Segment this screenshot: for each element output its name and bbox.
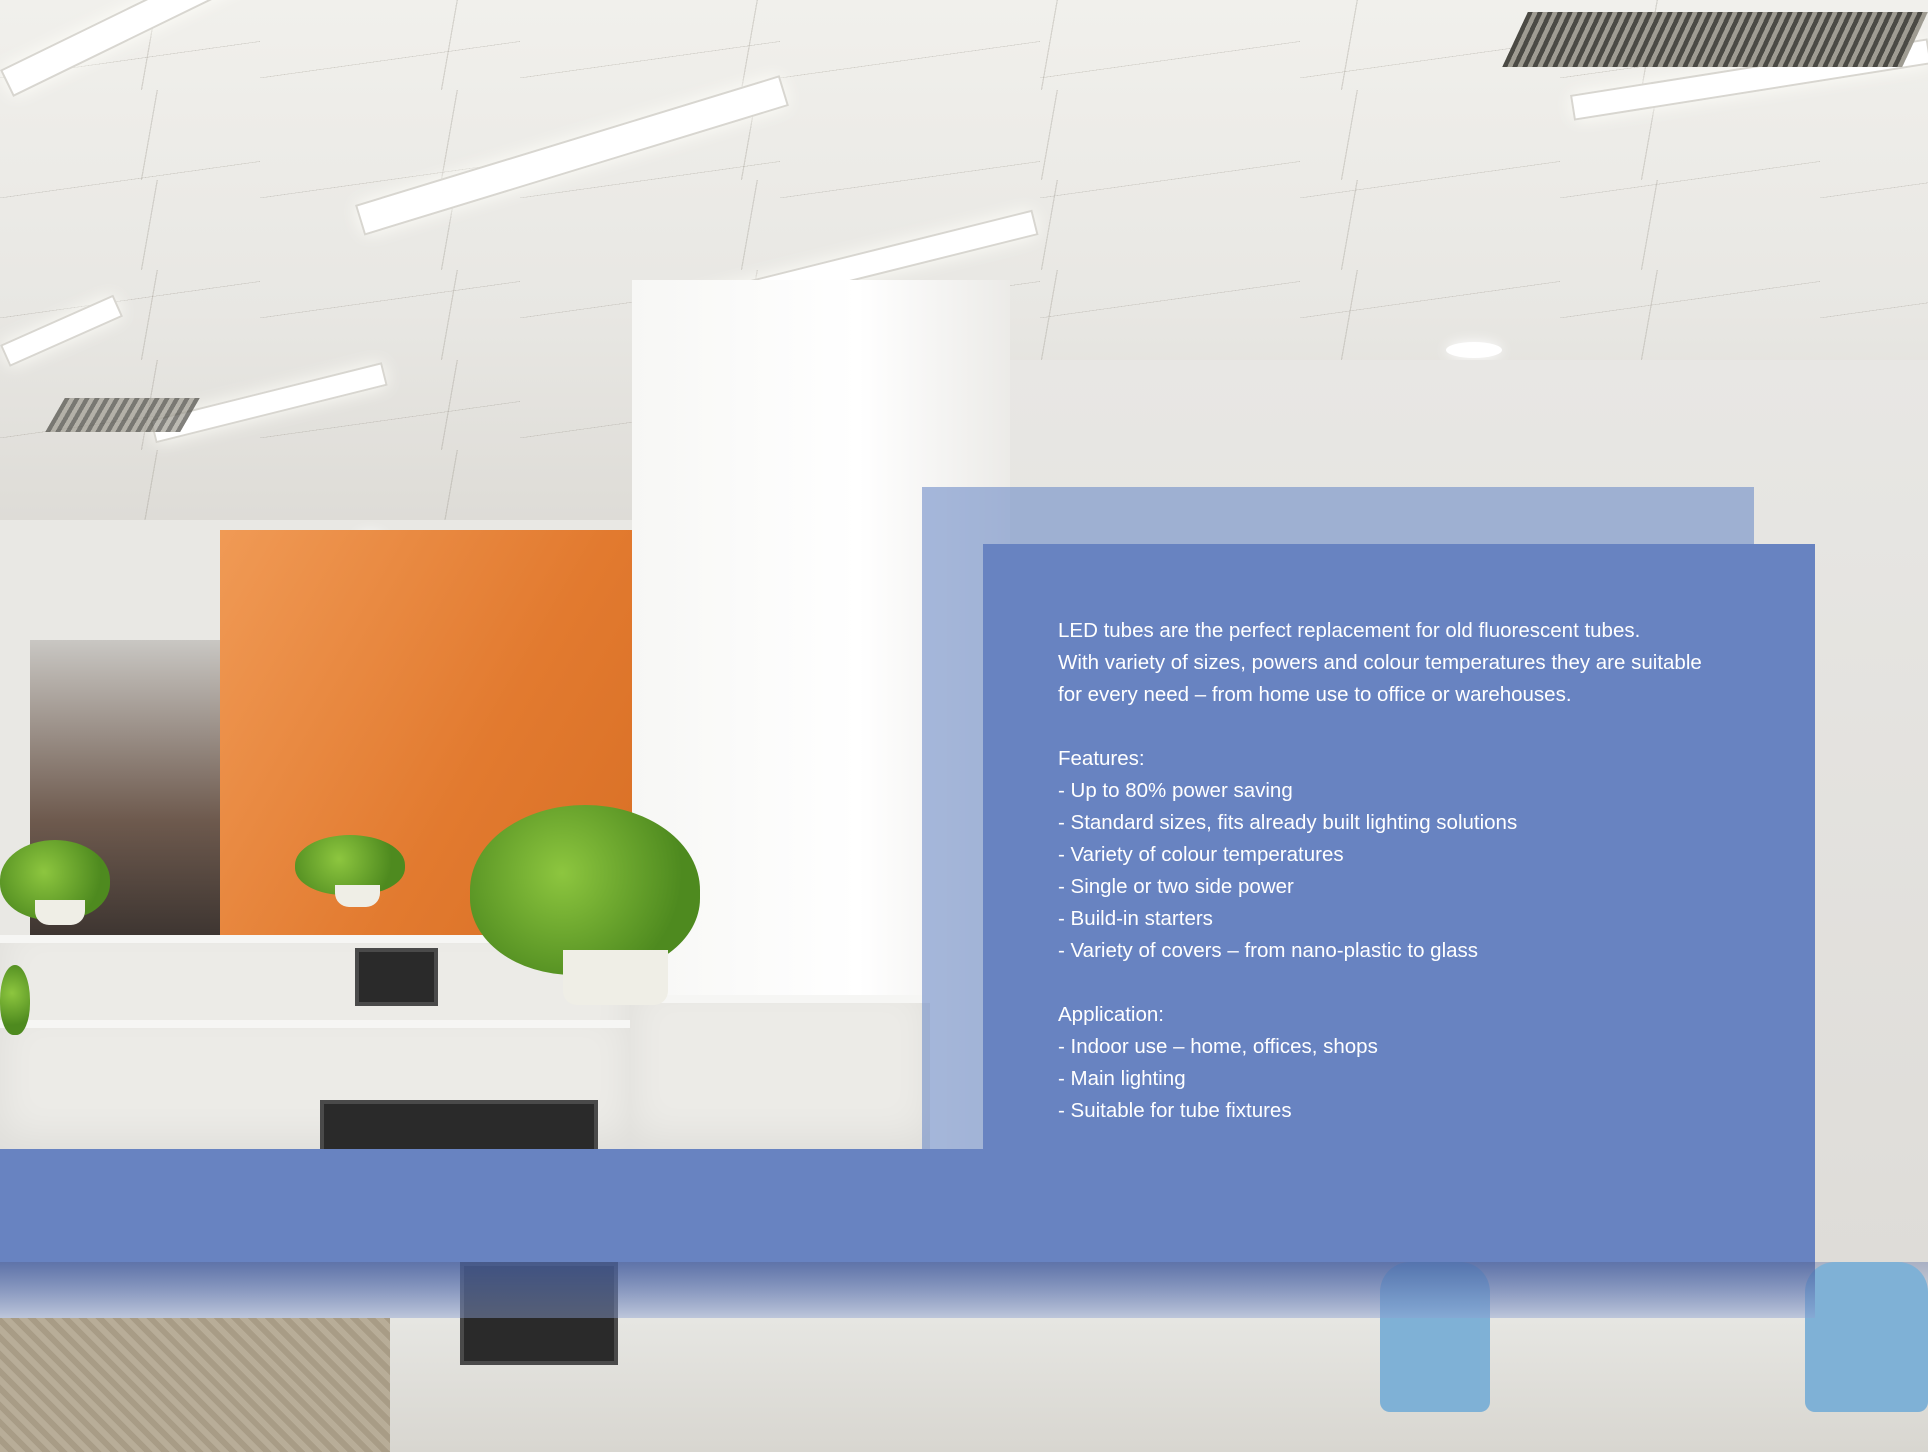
plant-pot [563, 950, 668, 1005]
bottom-color-band [0, 1149, 1815, 1262]
ceiling-vent [1502, 12, 1928, 67]
cubicle-partition [630, 995, 930, 1158]
computer-monitor [355, 948, 438, 1006]
office-chair [1805, 1262, 1928, 1412]
feature-item: - Standard sizes, fits already built lig… [1058, 811, 1518, 834]
plant-pot [35, 900, 85, 925]
intro-line: With variety of sizes, powers and colour… [1058, 651, 1702, 674]
carpet [0, 1318, 390, 1452]
application-item: - Suitable for tube fixtures [1058, 1099, 1292, 1122]
application-item: - Indoor use – home, offices, shops [1058, 1035, 1378, 1058]
intro-line: for every need – from home use to office… [1058, 683, 1572, 706]
application-heading: Application: [1058, 1003, 1164, 1026]
application-list: - Indoor use – home, offices, shops - Ma… [1058, 1031, 1758, 1127]
description-text: LED tubes are the perfect replacement fo… [1058, 615, 1758, 1127]
features-heading: Features: [1058, 747, 1145, 770]
plant-pot [335, 885, 380, 907]
feature-item: - Up to 80% power saving [1058, 779, 1293, 802]
ceiling-vent [45, 398, 200, 432]
ceiling-spotlight [1446, 342, 1502, 358]
features-list: - Up to 80% power saving - Standard size… [1058, 775, 1758, 967]
feature-item: - Build-in starters [1058, 907, 1213, 930]
potted-plant [0, 965, 30, 1035]
band-shadow [0, 1262, 1815, 1318]
feature-item: - Variety of colour temperatures [1058, 843, 1344, 866]
feature-item: - Variety of covers – from nano-plastic … [1058, 939, 1479, 962]
feature-item: - Single or two side power [1058, 875, 1294, 898]
application-item: - Main lighting [1058, 1067, 1186, 1090]
intro-line: LED tubes are the perfect replacement fo… [1058, 619, 1641, 642]
